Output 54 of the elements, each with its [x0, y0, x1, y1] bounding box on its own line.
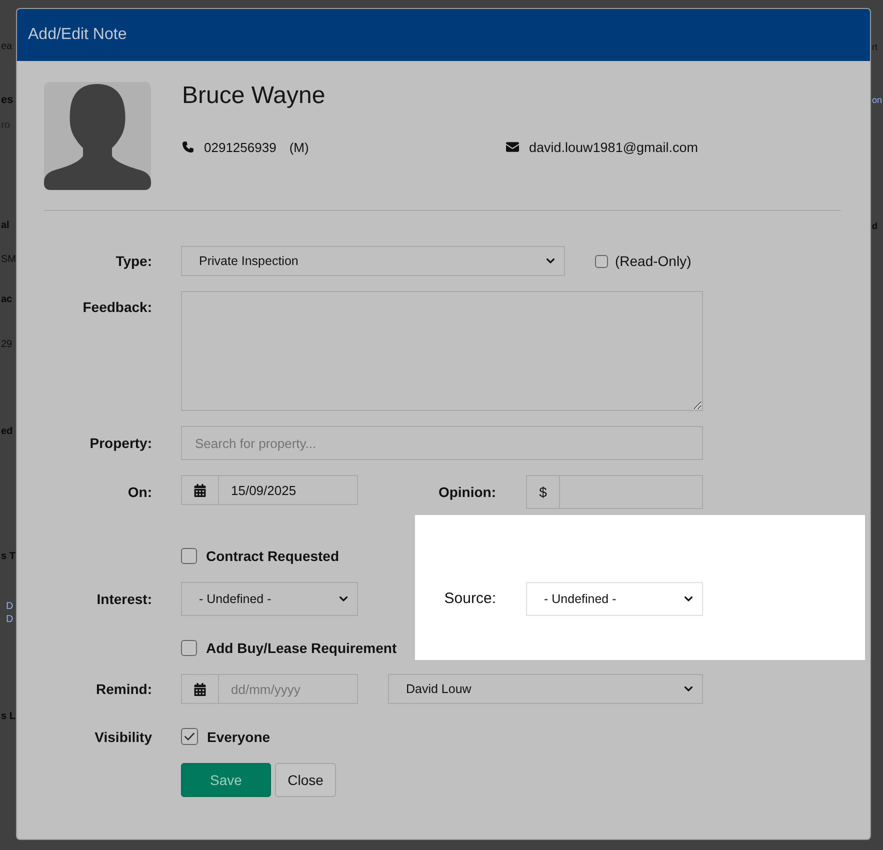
background-text: s T	[1, 551, 16, 563]
background-text: es	[1, 94, 14, 106]
chevron-down-icon	[339, 596, 348, 602]
calendar-icon	[194, 682, 206, 696]
assignee-select[interactable]: David Louw	[388, 674, 703, 704]
phone-type: (M)	[289, 140, 309, 154]
source-label: Source:	[443, 591, 496, 607]
visibility-label: Visibility	[94, 728, 152, 744]
type-label: Type:	[114, 253, 152, 269]
close-button[interactable]: Close	[275, 763, 336, 797]
everyone-label: Everyone	[207, 728, 270, 744]
property-label: Property:	[88, 435, 152, 451]
email-address: david.louw1981@gmail.com	[529, 140, 698, 154]
contract-requested-label: Contract Requested	[206, 548, 340, 564]
background-text: D	[6, 614, 14, 626]
feedback-label: Feedback:	[82, 298, 152, 315]
contact-name: Bruce Wayne	[182, 82, 326, 110]
buy-lease-label: Add Buy/Lease Requirement	[206, 640, 397, 656]
remind-date-field[interactable]: dd/mm/yyyy	[219, 674, 358, 704]
property-search-field[interactable]: Search for property...	[181, 426, 703, 460]
chevron-down-icon	[684, 686, 693, 692]
phone-number: 0291256939	[204, 140, 276, 154]
envelope-icon	[506, 142, 519, 152]
chevron-down-icon	[684, 596, 693, 602]
interest-label: Interest:	[96, 591, 152, 607]
date-picker-button[interactable]	[181, 475, 219, 505]
background-text: ed	[1, 426, 13, 438]
background-text: on	[872, 94, 882, 106]
interest-select[interactable]: - Undefined -	[181, 582, 358, 616]
date-picker-button[interactable]	[181, 674, 219, 704]
opinion-label: Opinion:	[437, 484, 496, 500]
person-silhouette-icon	[44, 82, 151, 190]
checkmark-icon	[184, 732, 195, 741]
source-select[interactable]: - Undefined -	[526, 582, 703, 616]
contract-requested-checkbox[interactable]	[181, 548, 197, 564]
background-text: ac	[1, 294, 12, 306]
phone-icon	[182, 141, 194, 153]
buy-lease-checkbox[interactable]	[181, 640, 197, 656]
background-text: s L	[1, 711, 16, 723]
background-text: D	[6, 601, 14, 613]
everyone-checkbox[interactable]	[181, 728, 198, 745]
dialog-title: Add/Edit Note	[28, 26, 127, 44]
remind-label: Remind:	[95, 681, 152, 697]
calendar-icon	[194, 484, 206, 496]
on-label: On:	[126, 484, 152, 500]
type-select[interactable]: Private Inspection	[181, 246, 565, 276]
date-field[interactable]: 15/09/2025	[219, 475, 358, 505]
background-text: al	[1, 220, 10, 232]
read-only-checkbox[interactable]	[595, 254, 608, 268]
chevron-down-icon	[546, 258, 555, 264]
currency-addon: $	[526, 475, 560, 509]
background-text: d	[872, 220, 878, 232]
read-only-label: (Read-Only)	[615, 253, 692, 269]
feedback-field[interactable]	[181, 291, 703, 411]
